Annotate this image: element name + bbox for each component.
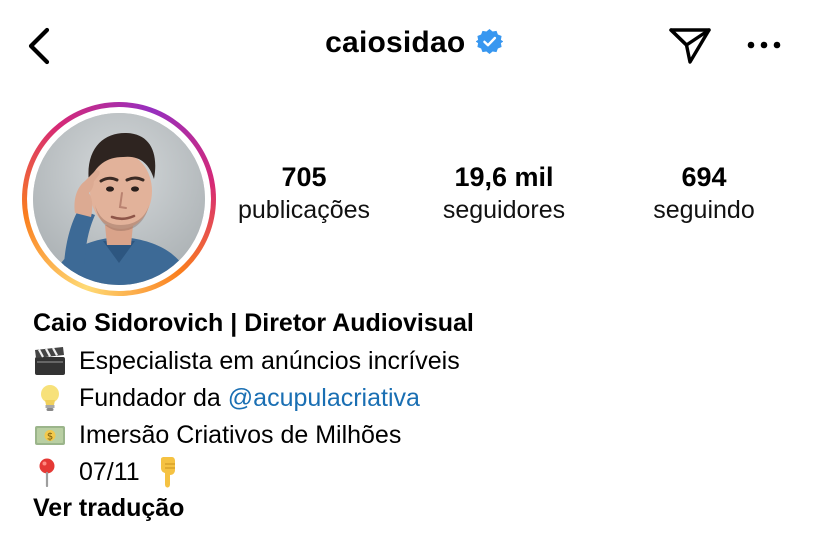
- see-translation-link[interactable]: Ver tradução: [33, 490, 813, 526]
- avatar[interactable]: [33, 113, 205, 285]
- bio-line: $ Imersão Criativos de Milhões: [33, 416, 813, 453]
- followers-count[interactable]: 19,6 mil seguidores: [404, 160, 604, 226]
- verified-badge-icon: [475, 28, 503, 55]
- story-ring[interactable]: [22, 102, 216, 296]
- paper-plane-icon: [669, 28, 711, 64]
- mention-link[interactable]: @acupulacriativa: [228, 380, 420, 416]
- username: caiosidao: [325, 26, 466, 59]
- bio-line: Fundador da @acupulacriativa: [33, 379, 813, 416]
- stat-label: seguindo: [653, 196, 755, 224]
- more-horizontal-icon: [747, 41, 781, 49]
- send-message-button[interactable]: [668, 25, 712, 65]
- bio-text: Fundador da: [79, 383, 221, 412]
- light-bulb-icon: [33, 383, 67, 413]
- pin-icon: [33, 457, 67, 487]
- stat-label: publicações: [237, 196, 371, 224]
- bio-text: Especialista em anúncios incríveis: [79, 346, 460, 375]
- stat-value: 694: [681, 162, 727, 192]
- money-icon: $: [33, 420, 67, 450]
- profile-display-name: Caio Sidorovich | Diretor Audiovisual: [33, 309, 474, 337]
- bio-line: 07/11: [33, 453, 813, 490]
- pointing-down-icon: [152, 456, 184, 488]
- svg-text:$: $: [47, 431, 53, 442]
- stat-value: 705: [281, 162, 327, 192]
- bio-text: Imersão Criativos de Milhões: [79, 420, 402, 449]
- bio-line: Especialista em anúncios incríveis: [33, 342, 813, 379]
- stat-value: 19,6 mil: [454, 162, 554, 192]
- profile-header: caiosidao: [0, 0, 828, 90]
- posts-count[interactable]: 705 publicações: [204, 160, 404, 226]
- bio-text: 07/11: [79, 457, 140, 486]
- profile-bio: Caio Sidorovich | Diretor Audiovisual Es…: [33, 306, 813, 526]
- stat-label: seguidores: [442, 196, 566, 224]
- more-options-button[interactable]: [746, 33, 782, 57]
- following-count[interactable]: 694 seguindo: [604, 160, 804, 226]
- avatar-ring-gap: [27, 107, 211, 291]
- clapperboard-icon: [33, 346, 67, 376]
